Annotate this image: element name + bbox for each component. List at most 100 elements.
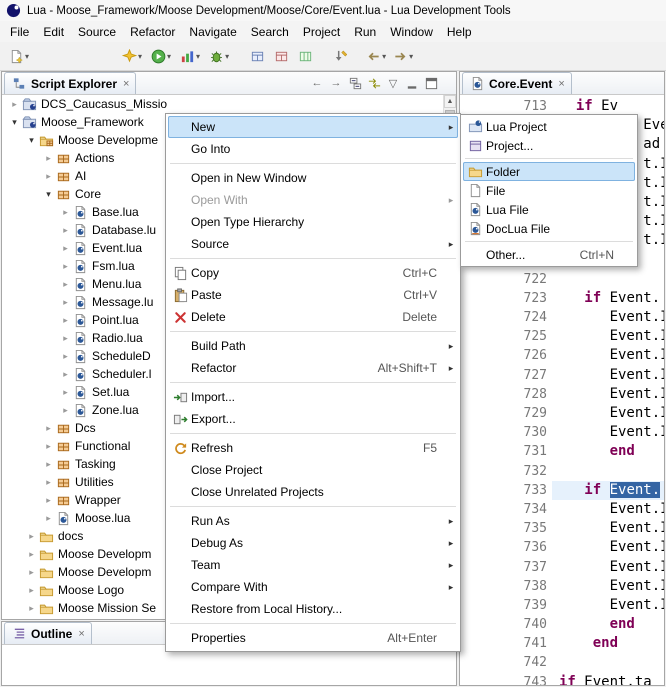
link-with-editor-button[interactable]: [365, 75, 383, 92]
annotations-button[interactable]: [295, 44, 315, 68]
context-menu-item-refresh[interactable]: RefreshF5: [168, 437, 458, 459]
line-number[interactable]: 729: [460, 404, 552, 423]
dropdown-arrow-icon[interactable]: ▾: [409, 52, 413, 61]
context-menu-item-run-as[interactable]: Run As▸: [168, 510, 458, 532]
collapsed-arrow-icon[interactable]: ▸: [59, 279, 72, 290]
context-menu-item-build-path[interactable]: Build Path▸: [168, 335, 458, 357]
run-button[interactable]: ▾: [148, 44, 173, 68]
collapsed-arrow-icon[interactable]: ▸: [59, 297, 72, 308]
context-menu-item-new[interactable]: New▸: [168, 116, 458, 138]
minimize-button[interactable]: [403, 75, 421, 92]
context-menu-item-paste[interactable]: PasteCtrl+V: [168, 284, 458, 306]
menubar-run[interactable]: Run: [347, 22, 383, 42]
collapsed-arrow-icon[interactable]: ▸: [25, 567, 38, 578]
dropdown-arrow-icon[interactable]: ▾: [138, 52, 142, 61]
expanded-arrow-icon[interactable]: ▾: [25, 135, 38, 146]
context-menu-item-close-unrelated-projects[interactable]: Close Unrelated Projects: [168, 481, 458, 503]
line-number[interactable]: 740: [460, 615, 552, 634]
collapsed-arrow-icon[interactable]: ▸: [59, 405, 72, 416]
menubar-source[interactable]: Source: [71, 22, 123, 42]
new-submenu-item-project[interactable]: Project...: [463, 136, 635, 155]
collapsed-arrow-icon[interactable]: ▸: [42, 171, 55, 182]
context-menu-item-export[interactable]: Export...: [168, 408, 458, 430]
line-number[interactable]: 722: [460, 270, 552, 289]
dropdown-arrow-icon[interactable]: ▾: [382, 52, 386, 61]
tab-core-event[interactable]: Core.Event ×: [462, 72, 572, 94]
new-wizard-button[interactable]: ▾: [6, 44, 31, 68]
back-button[interactable]: ▾: [363, 44, 388, 68]
new-submenu-item-doclua-file[interactable]: DocLua File: [463, 219, 635, 238]
collapsed-arrow-icon[interactable]: ▸: [59, 387, 72, 398]
dropdown-arrow-icon[interactable]: ▾: [25, 52, 29, 61]
context-menu-item-restore-from-local-history[interactable]: Restore from Local History...: [168, 598, 458, 620]
collapsed-arrow-icon[interactable]: ▸: [59, 333, 72, 344]
expanded-arrow-icon[interactable]: ▾: [42, 189, 55, 200]
close-icon[interactable]: ×: [558, 78, 564, 90]
collapsed-arrow-icon[interactable]: ▸: [25, 603, 38, 614]
menubar-help[interactable]: Help: [440, 22, 479, 42]
context-menu-item-properties[interactable]: PropertiesAlt+Enter: [168, 627, 458, 649]
collapsed-arrow-icon[interactable]: ▸: [42, 153, 55, 164]
context-menu-item-compare-with[interactable]: Compare With▸: [168, 576, 458, 598]
expanded-arrow-icon[interactable]: ▾: [8, 117, 21, 128]
line-number[interactable]: 742: [460, 653, 552, 672]
maximize-button[interactable]: [422, 75, 440, 92]
new-submenu-item-file[interactable]: File: [463, 181, 635, 200]
collapsed-arrow-icon[interactable]: ▸: [25, 549, 38, 560]
context-menu-item-open-in-new-window[interactable]: Open in New Window: [168, 167, 458, 189]
app-icon[interactable]: [5, 3, 21, 19]
menubar-refactor[interactable]: Refactor: [123, 22, 182, 42]
view-menu-button[interactable]: ▽: [384, 75, 402, 92]
search-button[interactable]: [271, 44, 291, 68]
context-menu-item-go-into[interactable]: Go Into: [168, 138, 458, 160]
line-number[interactable]: 737: [460, 558, 552, 577]
collapsed-arrow-icon[interactable]: ▸: [59, 369, 72, 380]
dropdown-arrow-icon[interactable]: ▾: [225, 52, 229, 61]
line-number[interactable]: 738: [460, 577, 552, 596]
new-submenu-item-folder[interactable]: Folder: [463, 162, 635, 181]
menubar-navigate[interactable]: Navigate: [182, 22, 243, 42]
menubar-search[interactable]: Search: [244, 22, 296, 42]
context-menu-item-refactor[interactable]: RefactorAlt+Shift+T▸: [168, 357, 458, 379]
collapsed-arrow-icon[interactable]: ▸: [42, 459, 55, 470]
collapsed-arrow-icon[interactable]: ▸: [59, 207, 72, 218]
debug-button[interactable]: ▾: [206, 44, 231, 68]
line-number[interactable]: 727: [460, 366, 552, 385]
line-number[interactable]: 739: [460, 596, 552, 615]
collapsed-arrow-icon[interactable]: ▸: [59, 261, 72, 272]
new-submenu-item-lua-file[interactable]: Lua File: [463, 200, 635, 219]
line-number[interactable]: 743: [460, 673, 552, 685]
collapsed-arrow-icon[interactable]: ▸: [25, 531, 38, 542]
tab-script-explorer[interactable]: Script Explorer ×: [4, 72, 136, 94]
back-button[interactable]: ←: [308, 75, 326, 92]
collapsed-arrow-icon[interactable]: ▸: [59, 315, 72, 326]
tree-item-dcs-caucasus-missio[interactable]: ▸DCS_Caucasus_Missio: [2, 95, 443, 113]
line-number[interactable]: 731: [460, 442, 552, 461]
collapsed-arrow-icon[interactable]: ▸: [59, 225, 72, 236]
context-menu-item-copy[interactable]: CopyCtrl+C: [168, 262, 458, 284]
menubar-project[interactable]: Project: [296, 22, 347, 42]
collapsed-arrow-icon[interactable]: ▸: [25, 585, 38, 596]
external-tools-button[interactable]: ▾: [119, 44, 144, 68]
line-number[interactable]: 728: [460, 385, 552, 404]
new-submenu-item-lua-project[interactable]: Lua Project: [463, 117, 635, 136]
collapsed-arrow-icon[interactable]: ▸: [42, 495, 55, 506]
forward-button[interactable]: ▾: [390, 44, 415, 68]
line-number[interactable]: 733: [460, 481, 552, 500]
menubar-window[interactable]: Window: [383, 22, 440, 42]
collapse-all-button[interactable]: [346, 75, 364, 92]
line-number[interactable]: 724: [460, 308, 552, 327]
menubar-file[interactable]: File: [3, 22, 36, 42]
collapsed-arrow-icon[interactable]: ▸: [42, 513, 55, 524]
context-menu-item-close-project[interactable]: Close Project: [168, 459, 458, 481]
forward-button[interactable]: →: [327, 75, 345, 92]
collapsed-arrow-icon[interactable]: ▸: [42, 423, 55, 434]
scroll-up-button[interactable]: ▲: [444, 95, 456, 108]
context-menu-item-import[interactable]: Import...: [168, 386, 458, 408]
open-resource-button[interactable]: [247, 44, 267, 68]
collapsed-arrow-icon[interactable]: ▸: [59, 243, 72, 254]
collapsed-arrow-icon[interactable]: ▸: [42, 441, 55, 452]
tab-outline[interactable]: Outline ×: [4, 622, 92, 644]
line-number[interactable]: 734: [460, 500, 552, 519]
line-number[interactable]: 725: [460, 327, 552, 346]
